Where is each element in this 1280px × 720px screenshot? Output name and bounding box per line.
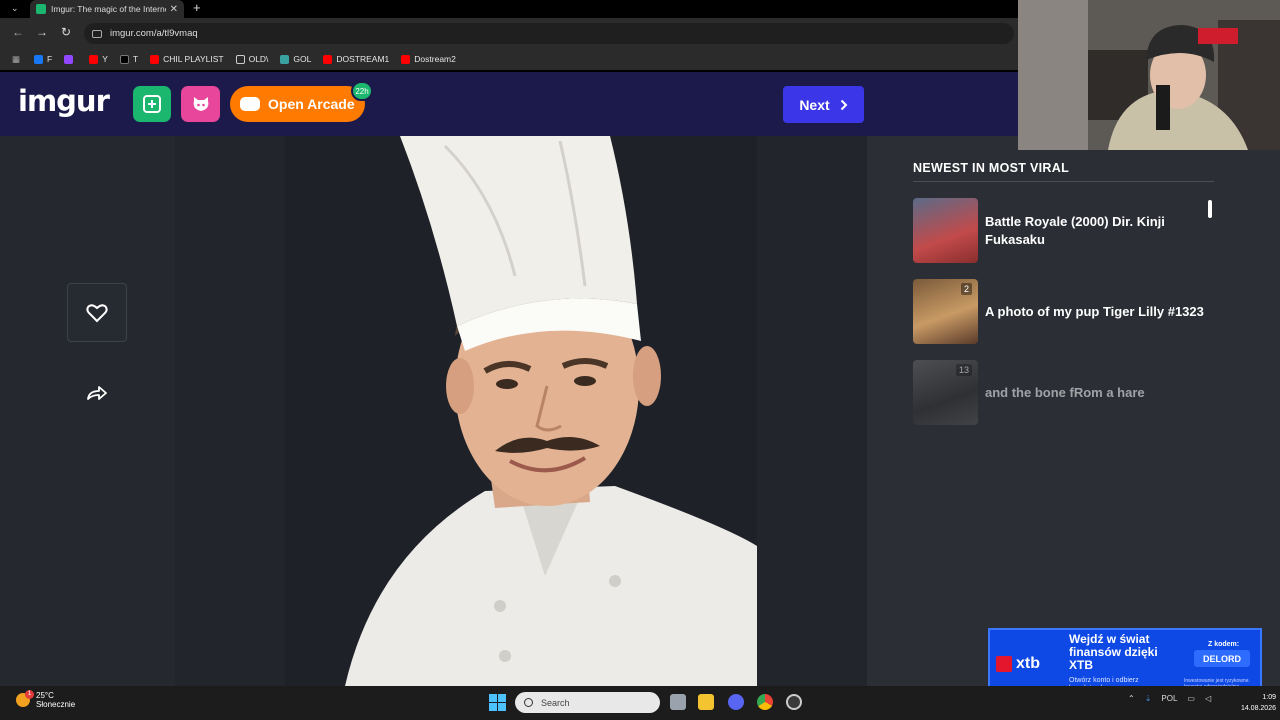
imgur-favicon-icon bbox=[36, 4, 46, 14]
ad-headline: Wejdź w świat finansów dzięki XTB bbox=[1069, 632, 1158, 672]
post-title: A photo of my pup Tiger Lilly #1323 bbox=[985, 303, 1204, 319]
search-placeholder: Search bbox=[541, 697, 570, 708]
heart-icon bbox=[86, 303, 108, 322]
forward-icon[interactable]: → bbox=[35, 25, 49, 39]
webcam-overlay bbox=[1018, 0, 1280, 150]
tray-overflow-icon[interactable]: ⌃ bbox=[1128, 694, 1135, 703]
chrome-icon[interactable] bbox=[757, 694, 773, 710]
arcade-timer-badge: 22h bbox=[351, 81, 373, 101]
volume-icon[interactable]: ◁ bbox=[1205, 694, 1211, 703]
tab-search-chevron-icon[interactable]: ⌄ bbox=[11, 3, 19, 14]
plus-icon bbox=[143, 95, 161, 113]
bookmark-item[interactable]: Dostream2 bbox=[401, 54, 456, 64]
reload-icon[interactable]: ↻ bbox=[59, 25, 73, 39]
language-indicator[interactable]: POL bbox=[1161, 694, 1177, 703]
weather-alert-badge: 1 bbox=[25, 690, 34, 699]
weather-temperature: 25°C bbox=[36, 691, 54, 700]
clock-date: 14.08.2026 bbox=[1240, 705, 1276, 712]
next-post-button[interactable]: Next bbox=[783, 86, 864, 123]
post-thumbnail: 2 bbox=[913, 279, 978, 344]
url-text: imgur.com/a/tl9vmaq bbox=[110, 28, 198, 39]
network-icon[interactable]: ▭ bbox=[1187, 694, 1195, 703]
taskbar-search[interactable]: Search bbox=[515, 692, 660, 713]
open-arcade-button[interactable]: Open Arcade bbox=[230, 86, 365, 122]
favorite-button[interactable] bbox=[67, 283, 127, 342]
sidebar-divider bbox=[913, 181, 1214, 182]
ghost-button[interactable] bbox=[181, 86, 220, 122]
discord-icon[interactable] bbox=[728, 694, 744, 710]
bookmark-item[interactable] bbox=[64, 54, 77, 64]
tab-title: Imgur: The magic of the Internet bbox=[51, 4, 166, 14]
weather-description: Słonecznie bbox=[36, 700, 76, 709]
clock-time: 1:09 bbox=[1262, 694, 1276, 701]
download-icon[interactable]: ⇣ bbox=[1145, 694, 1152, 703]
image-backdrop-left bbox=[175, 136, 285, 686]
share-arrow-icon bbox=[87, 386, 107, 400]
image-backdrop-right bbox=[757, 136, 867, 686]
address-bar[interactable]: imgur.com/a/tl9vmaq bbox=[84, 23, 1014, 44]
sidebar-scrollbar[interactable] bbox=[1208, 200, 1212, 218]
close-tab-icon[interactable]: ✕ bbox=[170, 4, 178, 15]
streamer-webcam-image bbox=[1018, 0, 1280, 150]
bookmark-item[interactable]: GOL bbox=[280, 54, 311, 64]
bookmark-item[interactable]: Y bbox=[89, 54, 108, 64]
bookmark-item[interactable]: DOSTREAM1 bbox=[323, 54, 389, 64]
browser-tab[interactable]: Imgur: The magic of the Internet ✕ bbox=[30, 0, 184, 18]
chef-portrait-image bbox=[285, 136, 757, 686]
bookmark-item[interactable]: CHIL PLAYLIST bbox=[150, 54, 224, 64]
xtb-logo: xtb bbox=[996, 649, 1056, 679]
post-actions-column bbox=[0, 136, 175, 686]
sidebar-post-item[interactable]: 13 and the bone fRom a hare bbox=[913, 360, 1213, 425]
share-button[interactable] bbox=[82, 378, 112, 408]
ad-code: DELORD bbox=[1194, 650, 1250, 667]
image-count-badge: 13 bbox=[955, 364, 972, 376]
system-tray: ⌃ ⇣ POL ▭ ◁ bbox=[1128, 694, 1211, 703]
site-info-icon[interactable] bbox=[92, 29, 102, 38]
new-tab-button[interactable]: + bbox=[193, 0, 201, 15]
post-thumbnail bbox=[913, 198, 978, 263]
gamepad-icon bbox=[240, 97, 260, 111]
bookmark-item[interactable]: F bbox=[34, 54, 52, 64]
post-thumbnail: 13 bbox=[913, 360, 978, 425]
sidebar-title: NEWEST IN MOST VIRAL bbox=[913, 161, 1069, 175]
xtb-mark-icon bbox=[996, 656, 1012, 672]
post-title: Battle Royale (2000) Dir. Kinji Fukasaku bbox=[985, 213, 1165, 247]
next-label: Next bbox=[799, 96, 830, 113]
bookmarks-bar: ▦ F Y T CHIL PLAYLIST OLD\ GOL DOSTREAM1… bbox=[0, 48, 1018, 70]
file-explorer-icon[interactable] bbox=[698, 694, 714, 710]
taskbar-clock[interactable]: 1:09 14.08.2026 bbox=[1236, 692, 1276, 714]
sidebar-post-item[interactable]: 2 A photo of my pup Tiger Lilly #1323 bbox=[913, 279, 1213, 344]
back-icon[interactable]: ← bbox=[11, 25, 25, 39]
ghost-icon bbox=[193, 97, 208, 111]
imgur-logo[interactable]: imgur bbox=[18, 84, 110, 118]
ad-code-label: Z kodem: bbox=[1208, 641, 1240, 648]
sidebar-post-item[interactable]: Battle Royale (2000) Dir. Kinji Fukasaku bbox=[913, 198, 1213, 263]
bookmark-item[interactable]: T bbox=[119, 54, 138, 64]
chevron-right-icon bbox=[840, 99, 848, 110]
app-icon[interactable] bbox=[786, 694, 802, 710]
new-post-button[interactable] bbox=[133, 86, 171, 122]
search-icon bbox=[524, 698, 533, 707]
post-title: and the bone fRom a hare bbox=[985, 384, 1145, 400]
image-count-badge: 2 bbox=[960, 283, 972, 295]
post-image[interactable] bbox=[285, 136, 757, 686]
windows-start-icon[interactable] bbox=[489, 694, 506, 711]
arcade-label: Open Arcade bbox=[268, 96, 355, 112]
task-view-icon[interactable] bbox=[670, 694, 686, 710]
bookmark-folder[interactable]: OLD\ bbox=[235, 54, 268, 64]
apps-grid-icon[interactable]: ▦ bbox=[12, 54, 20, 65]
